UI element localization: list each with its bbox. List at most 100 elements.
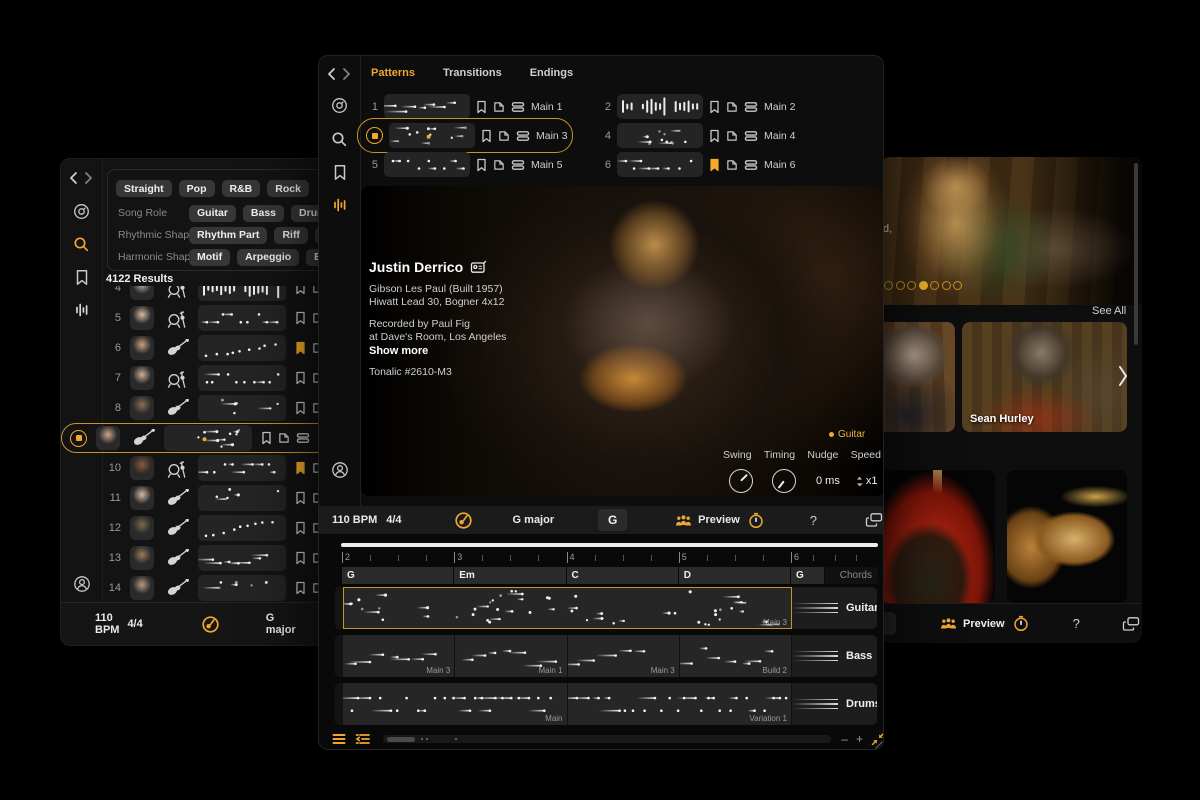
metronome-icon[interactable] — [201, 615, 220, 634]
tab-endings[interactable]: Endings — [530, 67, 573, 79]
bpm-display[interactable]: 110 BPM — [95, 612, 119, 636]
carousel-dot[interactable] — [907, 281, 916, 290]
tab-patterns[interactable]: Patterns — [371, 67, 415, 79]
bookmark-icon[interactable] — [476, 100, 487, 114]
result-row[interactable]: 13 — [61, 543, 346, 573]
timeline-scrollbar-handle[interactable] — [387, 737, 415, 742]
preview-label[interactable]: Preview — [698, 514, 740, 526]
phrase-thumbnail[interactable] — [198, 545, 286, 571]
phrase-thumbnail[interactable] — [198, 305, 286, 331]
drag-tag-icon[interactable] — [726, 159, 738, 171]
phrase-thumbnail[interactable] — [198, 286, 286, 301]
phrase-thumbnail[interactable] — [198, 335, 286, 361]
pattern-thumbnail[interactable] — [617, 94, 703, 119]
phrase-thumbnail[interactable] — [198, 365, 286, 391]
pattern-clip[interactable]: Variation 1 — [568, 683, 793, 725]
timing-knob[interactable] — [772, 469, 796, 493]
preview-label[interactable]: Preview — [963, 618, 1005, 630]
pattern-clip[interactable]: Main — [343, 683, 568, 725]
bookmark-icon[interactable] — [295, 581, 306, 595]
playing-indicator[interactable] — [70, 430, 87, 447]
bookmark-icon[interactable] — [476, 158, 487, 172]
result-row[interactable]: 14 — [61, 573, 346, 603]
result-row[interactable]: 7 — [61, 363, 346, 393]
levels-icon[interactable] — [332, 197, 348, 213]
result-row[interactable]: 12 — [61, 513, 346, 543]
pattern-clip[interactable]: Main 1 — [455, 635, 567, 677]
key-display[interactable]: G major — [513, 514, 555, 526]
stack-icon[interactable] — [744, 130, 758, 142]
timeline-h-scrollbar[interactable] — [341, 543, 878, 547]
result-row[interactable]: 4 — [61, 286, 346, 303]
bookmark-icon[interactable] — [295, 371, 306, 385]
bpm-display[interactable]: 110 BPM — [332, 514, 377, 526]
key-display[interactable]: G major — [266, 612, 296, 636]
zoom-in-button[interactable]: + — [856, 732, 863, 746]
track-list-menu-icon[interactable] — [332, 733, 346, 745]
style-filter-chip[interactable]: R&B — [222, 180, 261, 197]
pattern-clip[interactable]: Main 3 — [343, 587, 792, 629]
filter-chip[interactable]: Motif — [189, 249, 230, 266]
stack-icon[interactable] — [511, 159, 525, 171]
help-button[interactable]: ? — [1073, 616, 1080, 631]
track-collapse-icon[interactable] — [355, 733, 370, 745]
pattern-clip[interactable]: Main 3 — [343, 635, 455, 677]
phrase-thumbnail[interactable] — [164, 425, 252, 451]
chord-cell[interactable]: D — [679, 567, 791, 584]
see-all-link[interactable]: See All — [1092, 305, 1126, 317]
drums-instrument-card[interactable] — [1007, 470, 1127, 603]
stack-icon[interactable] — [296, 432, 310, 444]
chord-cell[interactable]: G — [342, 567, 454, 584]
bookmark-icon[interactable] — [709, 129, 720, 143]
track-guitar[interactable]: Main 3 Guitar — [334, 586, 878, 630]
time-signature[interactable]: 4/4 — [127, 618, 142, 630]
pattern-slot[interactable]: 5 Main 5 — [366, 152, 563, 177]
pattern-thumbnail[interactable] — [617, 123, 703, 148]
pattern-slot[interactable]: 1 Main 1 — [366, 94, 563, 119]
history-back-forward-icons[interactable] — [325, 67, 355, 81]
chord-cell[interactable]: Em — [454, 567, 566, 584]
bookmarks-icon[interactable] — [333, 164, 347, 181]
time-signature[interactable]: 4/4 — [386, 514, 401, 526]
window-layout-icon[interactable] — [865, 512, 883, 528]
search-icon[interactable] — [331, 131, 348, 148]
bass-instrument-card[interactable] — [880, 470, 995, 603]
stack-icon[interactable] — [511, 101, 525, 113]
stack-icon[interactable] — [744, 159, 758, 171]
pattern-clip[interactable]: Main 3 — [568, 635, 680, 677]
bookmark-icon[interactable] — [709, 100, 720, 114]
carousel-dot[interactable] — [953, 281, 962, 290]
track-drums[interactable]: Main Variation 1 Drums — [334, 682, 878, 726]
track-bass[interactable]: Main 3 Main 1 Main 3 Build 2 Bass — [334, 634, 878, 678]
speed-stepper-icon[interactable] — [856, 476, 863, 487]
drag-tag-icon[interactable] — [493, 159, 505, 171]
carousel-next-chevron-icon[interactable] — [1118, 365, 1128, 387]
window-layout-icon[interactable] — [1122, 616, 1140, 632]
pattern-thumbnail[interactable] — [384, 152, 470, 177]
stack-icon[interactable] — [744, 101, 758, 113]
right-window-scrollbar[interactable] — [1134, 163, 1138, 345]
style-filter-chip[interactable]: Pop — [179, 180, 215, 197]
bookmark-icon[interactable] — [295, 551, 306, 565]
chord-button[interactable]: G — [598, 509, 627, 531]
result-row[interactable]: 5 — [61, 303, 346, 333]
bookmark-icon[interactable] — [295, 491, 306, 505]
filter-chip[interactable]: Arpeggio — [237, 249, 299, 266]
bookmark-icon[interactable] — [295, 341, 306, 355]
help-button[interactable]: ? — [810, 513, 817, 528]
pattern-thumbnail[interactable] — [617, 152, 703, 177]
result-row[interactable]: 6 — [61, 333, 346, 363]
bookmark-icon[interactable] — [295, 521, 306, 535]
drag-tag-icon[interactable] — [726, 130, 738, 142]
show-more-link[interactable]: Show more — [369, 345, 559, 357]
metronome-icon[interactable] — [454, 511, 473, 530]
bookmark-icon[interactable] — [295, 286, 306, 295]
chord-cell[interactable]: C — [567, 567, 679, 584]
timeline-scrollbar-track[interactable] — [383, 735, 831, 743]
result-row[interactable]: 11 — [61, 483, 346, 513]
drag-tag-icon[interactable] — [726, 101, 738, 113]
filter-chip[interactable]: Bass — [243, 205, 284, 222]
swing-knob[interactable] — [729, 469, 753, 493]
artist-card-partial[interactable]: rizzo — [880, 322, 955, 432]
carousel-dot[interactable] — [942, 281, 951, 290]
